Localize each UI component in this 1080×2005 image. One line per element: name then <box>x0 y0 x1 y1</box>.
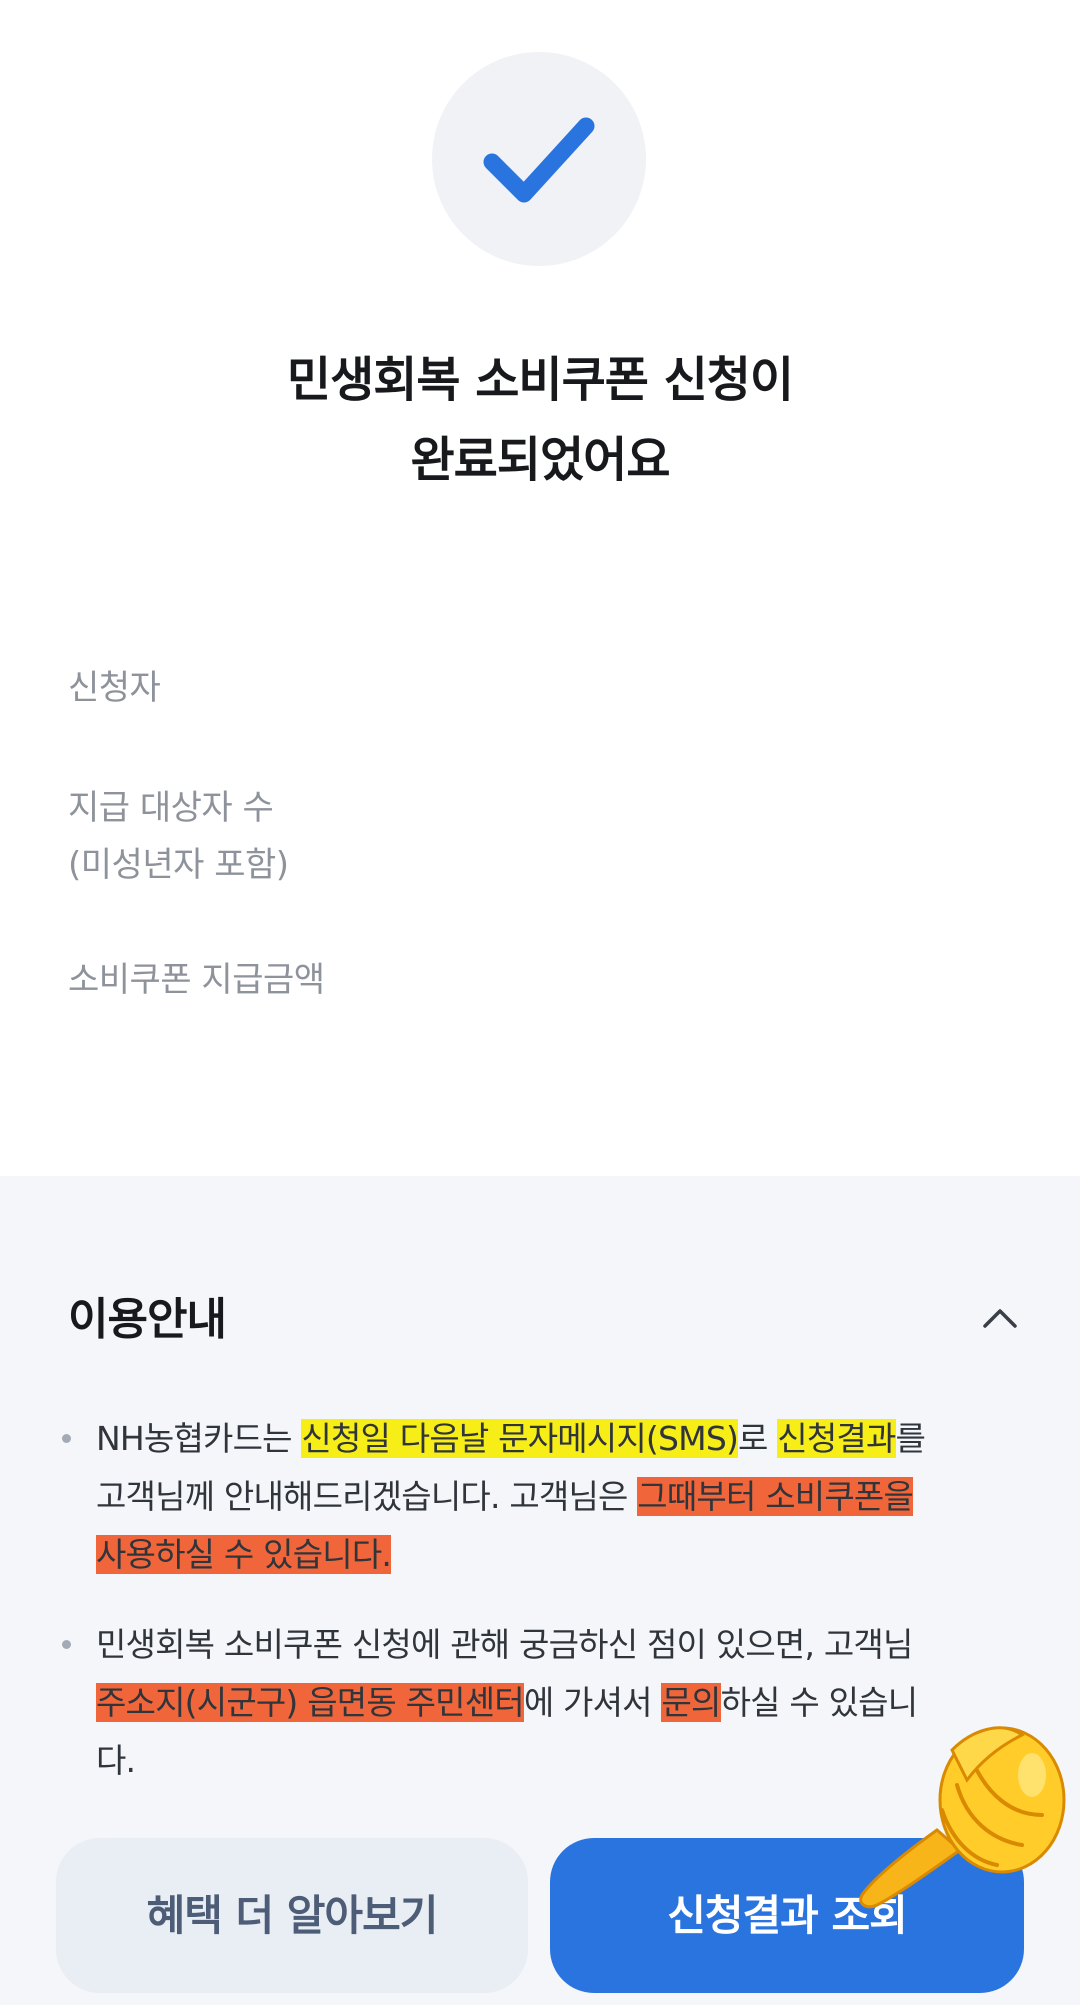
recipients-label-line2: (미성년자 포함) <box>68 845 289 885</box>
text-span: 에 가셔서 <box>523 1683 662 1722</box>
success-check-badge <box>432 52 646 266</box>
recipients-label-line1: 지급 대상자 수 <box>68 788 274 828</box>
chevron-up-icon[interactable] <box>982 1306 1018 1330</box>
highlight-sms-next-day: 신청일 다음날 문자메시지(SMS) <box>301 1419 739 1458</box>
pointing-hand-icon <box>859 1726 1066 1909</box>
guide-item-line: 고객님께 안내해드리겠습니다. 고객님은 그때부터 소비쿠폰을 <box>96 1468 1026 1526</box>
checkmark-icon <box>483 117 595 203</box>
bullet-dot <box>62 1434 71 1443</box>
completion-title-line1: 민생회복 소비쿠폰 신청이 <box>286 352 794 408</box>
text-span: NH농협카드는 <box>96 1419 302 1458</box>
completion-title: 민생회복 소비쿠폰 신청이 완료되었어요 <box>0 340 1080 500</box>
applicant-label: 신청자 <box>68 668 161 708</box>
more-benefits-button[interactable]: 혜택 더 알아보기 <box>56 1838 528 1993</box>
highlight-application-result: 신청결과 <box>777 1419 896 1458</box>
text-span: 로 <box>738 1419 778 1458</box>
guide-item-line: 사용하실 수 있습니다. <box>96 1526 1026 1584</box>
guide-item-line: 민생회복 소비쿠폰 신청에 관해 궁금하신 점이 있으면, 고객님 <box>96 1616 1026 1674</box>
guide-item-line: NH농협카드는 신청일 다음날 문자메시지(SMS)로 신청결과를 <box>96 1410 1026 1468</box>
completion-title-line2: 완료되었어요 <box>410 432 671 488</box>
highlight-can-use: 사용하실 수 있습니다. <box>96 1535 392 1574</box>
usage-guide-title: 이용안내 <box>68 1294 227 1345</box>
highlight-usable-from: 그때부터 소비쿠폰을 <box>637 1477 914 1516</box>
guide-item-sms-notice: NH농협카드는 신청일 다음날 문자메시지(SMS)로 신청결과를 고객님께 안… <box>96 1410 1026 1584</box>
text-span: 다. <box>96 1741 136 1780</box>
text-span: 민생회복 소비쿠폰 신청에 관해 궁금하신 점이 있으면, 고객님 <box>96 1625 913 1664</box>
highlight-community-center: 주소지(시군구) 읍면동 주민센터 <box>96 1683 525 1722</box>
text-span: 고객님께 안내해드리겠습니다. 고객님은 <box>96 1477 638 1516</box>
coupon-amount-label: 소비쿠폰 지급금액 <box>68 960 325 1000</box>
text-span: 를 <box>895 1419 926 1458</box>
bullet-dot <box>62 1640 71 1649</box>
highlight-inquiry: 문의 <box>661 1683 721 1722</box>
